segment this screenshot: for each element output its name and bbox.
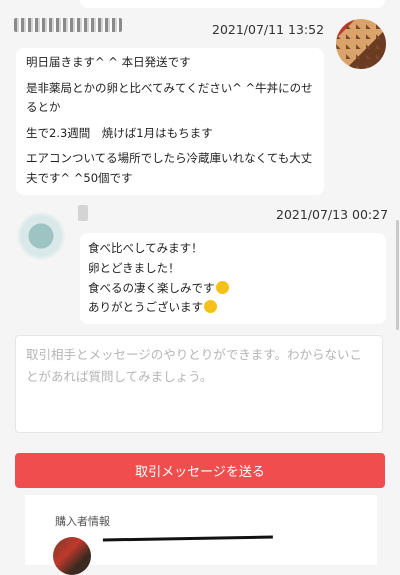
message-line: 生で2.3週間 焼けば1月はもちます — [26, 125, 213, 140]
message-input[interactable] — [15, 335, 383, 433]
buyer-message-timestamp: 2021/07/13 00:27 — [276, 207, 389, 222]
message-line: エアコンついてる場所でしたら冷蔵庫いれなくても大丈夫です^ ^50個です — [26, 151, 313, 185]
buyer-info-title: 購入者情報 — [55, 515, 110, 528]
seller-message-bubble: 明日届きます^ ^ 本日発送です 是非薬局とかの卵と比べてみてください^ ^牛丼… — [16, 48, 324, 196]
buyer-info-name[interactable] — [102, 535, 274, 554]
message-line: 明日届きます^ ^ 本日発送です — [26, 55, 191, 69]
seller-message-timestamp: 2021/07/11 13:52 — [212, 22, 325, 37]
message-line: 是非薬局とかの卵と比べてみてください^ ^牛丼にのせるとか — [26, 80, 313, 115]
message-line: 食べ比べしてみます！ — [88, 241, 203, 255]
buyer-avatar[interactable] — [12, 207, 70, 265]
send-message-button[interactable]: 取引メッセージを送る — [15, 453, 385, 488]
buyer-info-avatar[interactable] — [53, 537, 91, 575]
buyer-message-bubble: 食べ比べしてみます！ 卵とどきました！ 食べるの凄く楽しみです ありがとうござい… — [80, 233, 386, 325]
buyer-info-panel: 購入者情報 — [25, 495, 377, 575]
buyer-name — [78, 205, 88, 221]
previous-message-card — [80, 0, 385, 8]
message-line: ありがとうございます — [88, 298, 378, 318]
seller-name — [14, 18, 122, 32]
seller-avatar[interactable] — [336, 19, 386, 69]
message-line: 卵とどきました！ — [88, 260, 180, 275]
message-line: 食べるの凄く楽しみです — [88, 279, 378, 299]
smiling-face-emoji-icon — [215, 280, 229, 294]
smiling-face-emoji-icon — [204, 300, 217, 314]
scrollbar[interactable] — [396, 220, 399, 330]
